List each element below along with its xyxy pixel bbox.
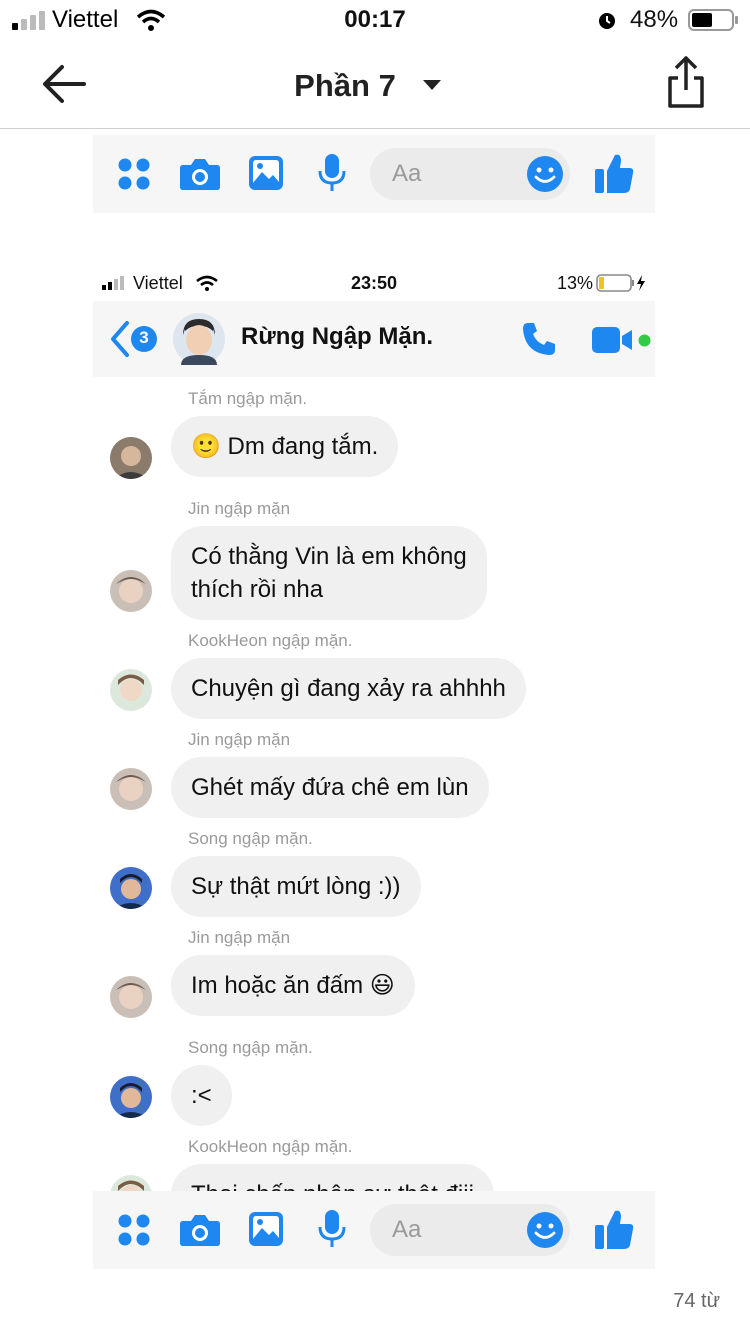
avatar[interactable] [110, 1076, 152, 1118]
gallery-icon[interactable] [248, 1211, 284, 1247]
sender-name: Tắm ngập mặn. [188, 389, 308, 408]
inner-battery-percent: 13% [557, 273, 594, 293]
thumbs-up-icon[interactable] [593, 151, 635, 195]
sender-name: KookHeon ngập mặn. [188, 1137, 353, 1156]
camera-icon[interactable] [179, 157, 221, 191]
message-bubble[interactable]: 🙂 Dm đang tắm. [171, 416, 399, 477]
avatar[interactable] [110, 768, 152, 810]
avatar[interactable] [110, 976, 152, 1018]
part-title[interactable]: Phần 7 [0, 68, 720, 104]
sender-name: Jin ngập mặn [188, 730, 291, 749]
message-bubble[interactable]: Sự thật mứt lòng :)) [171, 856, 421, 917]
avatar[interactable] [110, 867, 152, 909]
avatar[interactable] [110, 570, 152, 612]
phone-icon[interactable] [521, 321, 557, 357]
chat-name[interactable]: Rừng Ngập Mặn. [241, 323, 433, 351]
message-input[interactable]: Aa [370, 1204, 570, 1256]
status-bar: Viettel 00:17 48% [0, 0, 750, 40]
group-avatar[interactable] [173, 313, 225, 365]
sender-name: KookHeon ngập mặn. [188, 631, 353, 650]
share-icon[interactable] [666, 56, 706, 110]
message-input-top[interactable]: Aa [370, 148, 570, 200]
camera-icon[interactable] [179, 1213, 221, 1247]
apps-icon[interactable] [117, 1213, 151, 1247]
emoji-icon[interactable] [526, 155, 564, 193]
chevron-down-icon[interactable] [422, 78, 442, 92]
message-line: thích rồi nha [191, 576, 324, 603]
avatar[interactable] [110, 669, 152, 711]
battery-icon [688, 9, 738, 31]
sender-name: Jin ngập mặn [188, 499, 291, 518]
sender-name: Song ngập mặn. [188, 1038, 313, 1057]
microphone-icon[interactable] [318, 153, 346, 193]
sender-name: Song ngập mặn. [188, 829, 313, 848]
message-bubble[interactable]: Chuyện gì đang xảy ra ahhhh [171, 658, 526, 719]
word-count: 74 từ [673, 1290, 720, 1312]
gallery-icon[interactable] [248, 155, 284, 191]
microphone-icon[interactable] [318, 1209, 346, 1249]
embedded-chat-screenshot: Viettel 23:50 13% 3 Rừng Ngập Mặn. Tắm n… [93, 265, 655, 1195]
emoji-icon[interactable] [526, 1211, 564, 1249]
apps-icon[interactable] [117, 157, 151, 191]
inner-status-bar: Viettel 23:50 13% [93, 265, 655, 301]
unread-badge: 3 [139, 328, 149, 347]
alarm-icon [599, 13, 615, 29]
message-bubble[interactable]: Im hoặc ăn đấm 😃 [171, 955, 415, 1016]
message-bubble[interactable]: Có thằng Vin là em không thích rồi nha [171, 526, 487, 620]
message-bubble[interactable]: Ghét mấy đứa chê em lùn [171, 757, 489, 818]
battery-percent: 48% [630, 6, 679, 33]
message-placeholder: Aa [392, 160, 422, 187]
avatar[interactable] [110, 437, 152, 479]
message-placeholder: Aa [392, 1216, 422, 1243]
sender-name: Jin ngập mặn [188, 928, 291, 947]
thumbs-up-icon[interactable] [593, 1207, 635, 1251]
message-bubble[interactable]: :< [171, 1065, 232, 1126]
battery-charging-icon [596, 274, 645, 292]
message-line: Có thằng Vin là em không [191, 543, 467, 570]
video-call-icon[interactable] [591, 325, 637, 355]
back-button[interactable] [107, 319, 159, 359]
document-header: Phần 7 [0, 40, 750, 129]
online-indicator [638, 334, 651, 347]
composer-bar-top: Aa [93, 135, 655, 213]
chat-header: 3 Rừng Ngập Mặn. [93, 301, 655, 377]
composer-bar: Aa [93, 1191, 655, 1269]
